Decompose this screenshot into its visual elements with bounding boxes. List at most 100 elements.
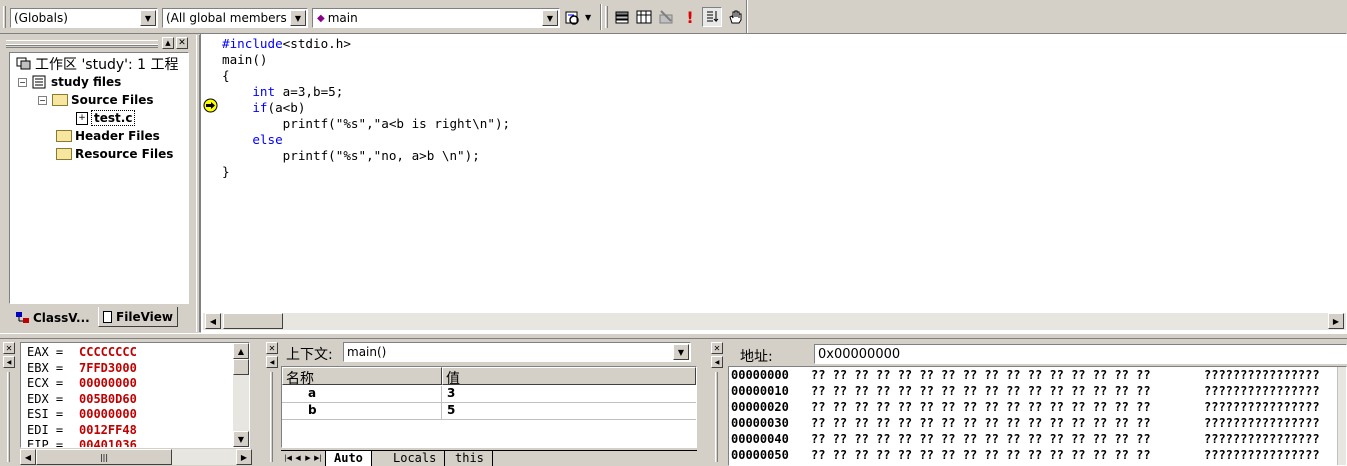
memory-bytes[interactable]: ?? ?? ?? ?? ?? ?? ?? ?? ?? ?? ?? ?? ?? ?… (811, 384, 1204, 400)
build-icon[interactable] (634, 7, 654, 27)
toolbar-grip[interactable] (3, 6, 6, 28)
scroll-left-button[interactable]: ◀ (20, 449, 36, 465)
memory-row[interactable]: 00000030 ?? ?? ?? ?? ?? ?? ?? ?? ?? ?? ??… (731, 416, 1346, 432)
vertical-scrollbar[interactable]: ▲ ▼ (233, 343, 249, 447)
go-icon[interactable] (702, 7, 722, 27)
tree-root[interactable]: 工作区 'study': 1 工程 (10, 55, 188, 73)
collapse-icon[interactable]: − (38, 95, 47, 105)
tab-this[interactable]: this (447, 451, 493, 466)
chevron-down-icon[interactable]: ▼ (140, 10, 156, 26)
code-line[interactable]: int a=3,b=5; (222, 84, 510, 100)
scroll-down-button[interactable]: ▼ (233, 431, 249, 447)
scope-combo[interactable]: (Globals) ▼ (10, 8, 158, 28)
scroll-thumb[interactable] (223, 313, 283, 329)
code-line[interactable]: printf("%s","no, a>b \n"); (222, 148, 510, 164)
tree-item-project[interactable]: − study files (10, 73, 188, 91)
tab-auto[interactable]: Auto (325, 451, 372, 466)
register-row[interactable]: ECX = 00000000 (21, 376, 249, 392)
scroll-left-button[interactable]: ◀ (205, 313, 221, 329)
tree-item-header-files[interactable]: Header Files (10, 127, 188, 145)
variable-value[interactable]: 5 (442, 403, 696, 419)
hand-breakpoint-icon[interactable] (725, 7, 745, 27)
tab-scroll-next-button[interactable]: ▶ (303, 452, 313, 464)
memory-ascii[interactable]: ???????????????? (1204, 432, 1320, 448)
memory-row[interactable]: 00000040 ?? ?? ?? ?? ?? ?? ?? ?? ?? ?? ??… (731, 432, 1346, 448)
chevron-down-icon[interactable]: ▼ (290, 10, 306, 26)
register-row[interactable]: EAX = CCCCCCCC (21, 345, 249, 361)
tab-scroll-first-button[interactable]: |◀ (283, 452, 293, 464)
variable-value[interactable]: 3 (442, 386, 696, 402)
members-combo[interactable]: (All global members ▼ (162, 8, 308, 28)
chevron-down-icon[interactable]: ▼ (673, 344, 689, 360)
table-row[interactable]: b5 (282, 403, 696, 420)
scroll-right-button[interactable]: ▶ (236, 449, 252, 465)
horizontal-scrollbar[interactable]: ◀ ||| ▶ (20, 449, 252, 465)
register-row[interactable]: EIP = 00401036 (21, 438, 249, 447)
memory-bytes[interactable]: ?? ?? ?? ?? ?? ?? ?? ?? ?? ?? ?? ?? ?? ?… (811, 416, 1204, 432)
maximize-pane-button[interactable]: ◀ (266, 356, 278, 368)
tab-scroll-last-button[interactable]: ▶| (313, 452, 323, 464)
register-row[interactable]: EBX = 7FFD3000 (21, 361, 249, 377)
memory-row[interactable]: 00000050 ?? ?? ?? ?? ?? ?? ?? ?? ?? ?? ??… (731, 448, 1346, 464)
function-combo[interactable]: ◆ main ▼ (312, 8, 560, 28)
code-line[interactable]: #include<stdio.h> (222, 36, 510, 52)
column-header-name[interactable]: 名称 (282, 367, 442, 387)
memory-bytes[interactable]: ?? ?? ?? ?? ?? ?? ?? ?? ?? ?? ?? ?? ?? ?… (811, 448, 1204, 464)
scroll-up-button[interactable]: ▲ (233, 343, 249, 359)
memory-ascii[interactable]: ???????????????? (1204, 416, 1320, 432)
chevron-down-icon[interactable]: ▼ (585, 13, 591, 22)
maximize-pane-button[interactable]: ◀ (3, 356, 15, 368)
tree-item-file[interactable]: + test.c (10, 109, 188, 127)
register-value[interactable]: 00000000 (79, 376, 137, 392)
scroll-thumb[interactable]: ||| (36, 449, 172, 465)
toolbar-grip[interactable] (605, 6, 608, 28)
vertical-scrollbar[interactable] (1337, 367, 1346, 465)
memory-ascii[interactable]: ???????????????? (1204, 384, 1320, 400)
execute-icon[interactable]: ! (680, 7, 700, 27)
maximize-pane-button[interactable]: ◀ (711, 356, 723, 368)
table-row[interactable]: a3 (282, 386, 696, 403)
compile-icon[interactable] (612, 7, 632, 27)
register-value[interactable]: 00401036 (79, 438, 137, 447)
tab-locals[interactable]: Locals (385, 451, 446, 466)
context-combo[interactable]: main() ▼ (343, 342, 691, 362)
pane-grip[interactable] (270, 372, 273, 462)
memory-ascii[interactable]: ???????????????? (1204, 368, 1320, 384)
code-line[interactable]: { (222, 68, 510, 84)
memory-bytes[interactable]: ?? ?? ?? ?? ?? ?? ?? ?? ?? ?? ?? ?? ?? ?… (811, 400, 1204, 416)
memory-ascii[interactable]: ???????????????? (1204, 448, 1320, 464)
code-line[interactable]: printf("%s","a<b is right\n"); (222, 116, 510, 132)
stop-build-icon[interactable] (656, 7, 676, 27)
column-header-value[interactable]: 值 (442, 367, 696, 387)
code-line[interactable]: } (222, 164, 510, 180)
memory-row[interactable]: 00000010 ?? ?? ?? ?? ?? ?? ?? ?? ?? ?? ??… (731, 384, 1346, 400)
register-value[interactable]: 7FFD3000 (79, 361, 137, 377)
close-pane-button[interactable]: ✕ (266, 342, 278, 354)
register-value[interactable]: 0012FF48 (79, 423, 137, 439)
tab-scroll-prev-button[interactable]: ◀ (293, 452, 303, 464)
splitter-horizontal[interactable] (0, 333, 1347, 339)
memory-bytes[interactable]: ?? ?? ?? ?? ?? ?? ?? ?? ?? ?? ?? ?? ?? ?… (811, 368, 1204, 384)
tree-item-source-files[interactable]: − Source Files (10, 91, 188, 109)
register-value[interactable]: 005B0D60 (79, 392, 137, 408)
maximize-pane-button[interactable]: ▲ (162, 37, 174, 49)
code-line[interactable]: else (222, 132, 510, 148)
close-pane-button[interactable]: ✕ (176, 37, 188, 49)
register-row[interactable]: EDI = 0012FF48 (21, 423, 249, 439)
address-field[interactable]: 0x00000000 (814, 344, 1347, 364)
register-value[interactable]: CCCCCCCC (79, 345, 137, 361)
pane-grip[interactable] (7, 372, 10, 462)
horizontal-scrollbar[interactable]: ◀ ▶ (203, 313, 1346, 330)
register-row[interactable]: ESI = 00000000 (21, 407, 249, 423)
tab-classview[interactable]: ClassV... (12, 308, 96, 328)
memory-bytes[interactable]: ?? ?? ?? ?? ?? ?? ?? ?? ?? ?? ?? ?? ?? ?… (811, 432, 1204, 448)
register-value[interactable]: 00000000 (79, 407, 137, 423)
collapse-icon[interactable]: − (18, 77, 27, 87)
close-pane-button[interactable]: ✕ (711, 342, 723, 354)
tree-item-resource-files[interactable]: Resource Files (10, 145, 188, 163)
scroll-thumb[interactable] (233, 359, 249, 375)
memory-ascii[interactable]: ???????????????? (1204, 400, 1320, 416)
tab-fileview[interactable]: FileView (98, 307, 178, 327)
register-row[interactable]: EDX = 005B0D60 (21, 392, 249, 408)
wizard-actions-icon[interactable] (563, 8, 583, 28)
